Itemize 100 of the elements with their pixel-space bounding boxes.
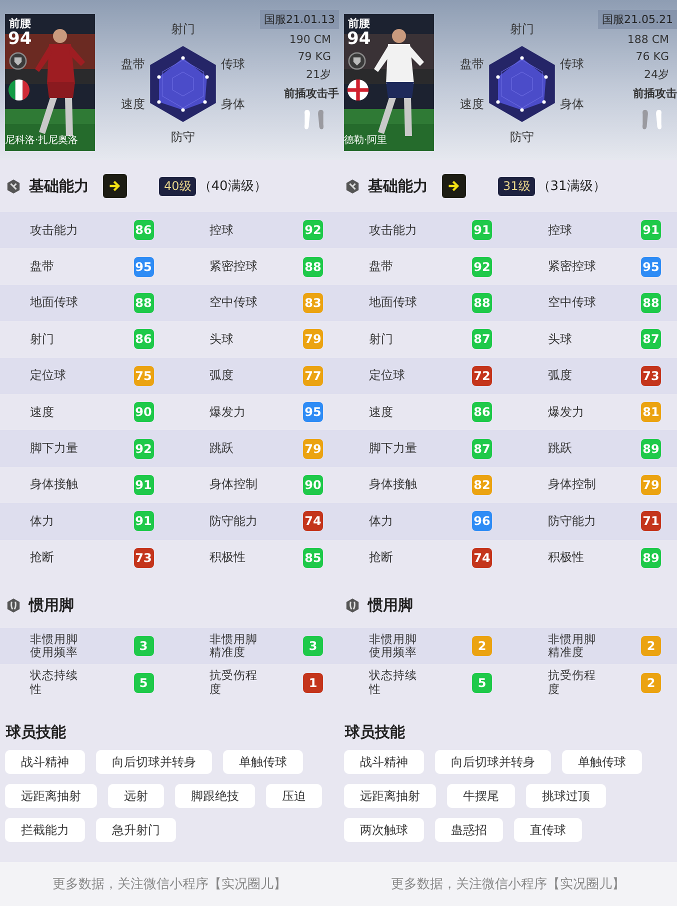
attribute-value: 79 [303,329,323,350]
attribute-label: 爆发力 [210,404,246,421]
club-badge-icon [9,52,27,70]
playing-style: 前插攻击 [633,86,677,101]
attribute-label: 盘带 [30,258,54,276]
attribute-label: 积极性 [210,549,246,566]
attribute-value: 89 [641,548,661,568]
max-level-label: （40满级） [198,178,267,195]
age-value: 21岁 [306,67,331,82]
attribute-value: 88 [641,292,661,313]
radar-label: 传球 [221,56,246,72]
attribute-value: 2 [641,636,661,656]
attribute-value: 88 [134,292,154,313]
attribute-label: 非惯用脚精准度 [548,632,597,660]
skill-tag: 直传球 [514,818,582,842]
attribute-label: 速度 [30,404,54,421]
attribute-label: 定位球 [369,367,405,384]
radar-label: 身体 [560,96,585,112]
attribute-value: 81 [641,402,661,422]
attribute-label: 脚下力量 [369,440,417,458]
attribute-label: 身体接触 [30,476,78,494]
attribute-label: 空中传球 [210,294,258,312]
attribute-value: 95 [134,256,154,277]
level-badge: 40级 [159,176,196,196]
radar-label: 盘带 [121,56,145,72]
attribute-label: 防守能力 [548,512,596,530]
attribute-value: 79 [641,474,661,495]
skill-tag: 向后切球并转身 [435,750,551,774]
attribute-value: 95 [303,402,323,422]
radar-label: 传球 [560,56,585,72]
attribute-label: 紧密控球 [210,258,258,276]
section-title: 惯用脚 [29,596,74,616]
attribute-label: 速度 [369,404,393,421]
flag-icon [8,79,30,101]
weight-value: 76 KG [636,50,669,63]
attribute-label: 空中传球 [548,294,596,312]
position-label: 前腰 [348,16,370,31]
attribute-label: 射门 [369,330,393,348]
rating-value: 94 [8,29,32,49]
attribute-value: 74 [472,548,492,568]
attribute-value: 77 [303,366,323,386]
attribute-label: 地面传球 [369,294,417,312]
attribute-value: 85 [303,548,323,568]
attribute-value: 3 [134,636,154,656]
age-value: 24岁 [644,67,669,82]
attribute-value: 83 [303,292,323,313]
attribute-label: 体力 [369,512,393,530]
arrow-icon [108,179,122,193]
attribute-label: 积极性 [548,549,584,566]
arrow-button[interactable] [442,174,466,198]
attribute-value: 73 [134,548,154,568]
attribute-value: 91 [134,474,154,495]
attribute-value: 88 [303,256,323,277]
skill-tag: 脚跟绝技 [175,784,255,808]
radar-label: 速度 [460,96,484,112]
attribute-value: 91 [134,511,154,532]
arrow-icon [447,179,461,193]
weight-value: 79 KG [298,50,331,63]
attribute-label: 弧度 [210,367,234,384]
attribute-value: 74 [303,511,323,532]
attribute-value: 1 [303,672,323,693]
attribute-value: 75 [134,366,154,386]
attribute-value: 73 [641,366,661,386]
skill-tag: 远射 [108,784,164,808]
attribute-value: 90 [134,402,154,422]
radar-label: 射门 [510,20,534,38]
attribute-value: 96 [472,511,492,532]
player-name: 德勒·阿里 [344,134,388,147]
attribute-label: 抢断 [30,549,54,566]
attribute-value: 3 [303,636,323,656]
player-name: 尼科洛·扎尼奥洛 [5,134,78,147]
radar-label: 速度 [121,96,145,112]
attribute-value: 87 [641,329,661,350]
position-label: 前腰 [9,16,31,31]
attribute-value: 92 [472,256,492,277]
attribute-label: 体力 [30,512,54,530]
attribute-label: 抢断 [369,549,393,566]
attribute-value: 5 [134,672,154,693]
attribute-label: 身体接触 [369,476,417,494]
attribute-label: 跳跃 [210,440,234,458]
club-badge-icon [348,52,366,70]
level-badge: 31级 [498,176,536,196]
section-icon [345,598,360,614]
skill-tag: 压迫 [266,784,322,808]
skill-tag: 战斗精神 [344,750,424,774]
skill-tag: 单触传球 [223,750,303,774]
skill-tag: 急升射门 [96,818,176,842]
attribute-value: 92 [303,220,323,240]
footer-text: 更多数据，关注微信小程序【实况圈儿】 [52,876,286,893]
attribute-value: 91 [472,220,492,240]
skill-tag: 战斗精神 [5,750,85,774]
section-icon [6,598,21,614]
arrow-button[interactable] [103,174,127,198]
skill-tag: 远距离抽射 [344,784,436,808]
server-date: 国服21.01.13 [260,10,339,29]
attribute-value: 95 [641,256,661,277]
attribute-value: 87 [472,329,492,350]
attribute-value: 90 [303,474,323,495]
attribute-label: 射门 [30,330,54,348]
attribute-value: 82 [472,474,492,495]
